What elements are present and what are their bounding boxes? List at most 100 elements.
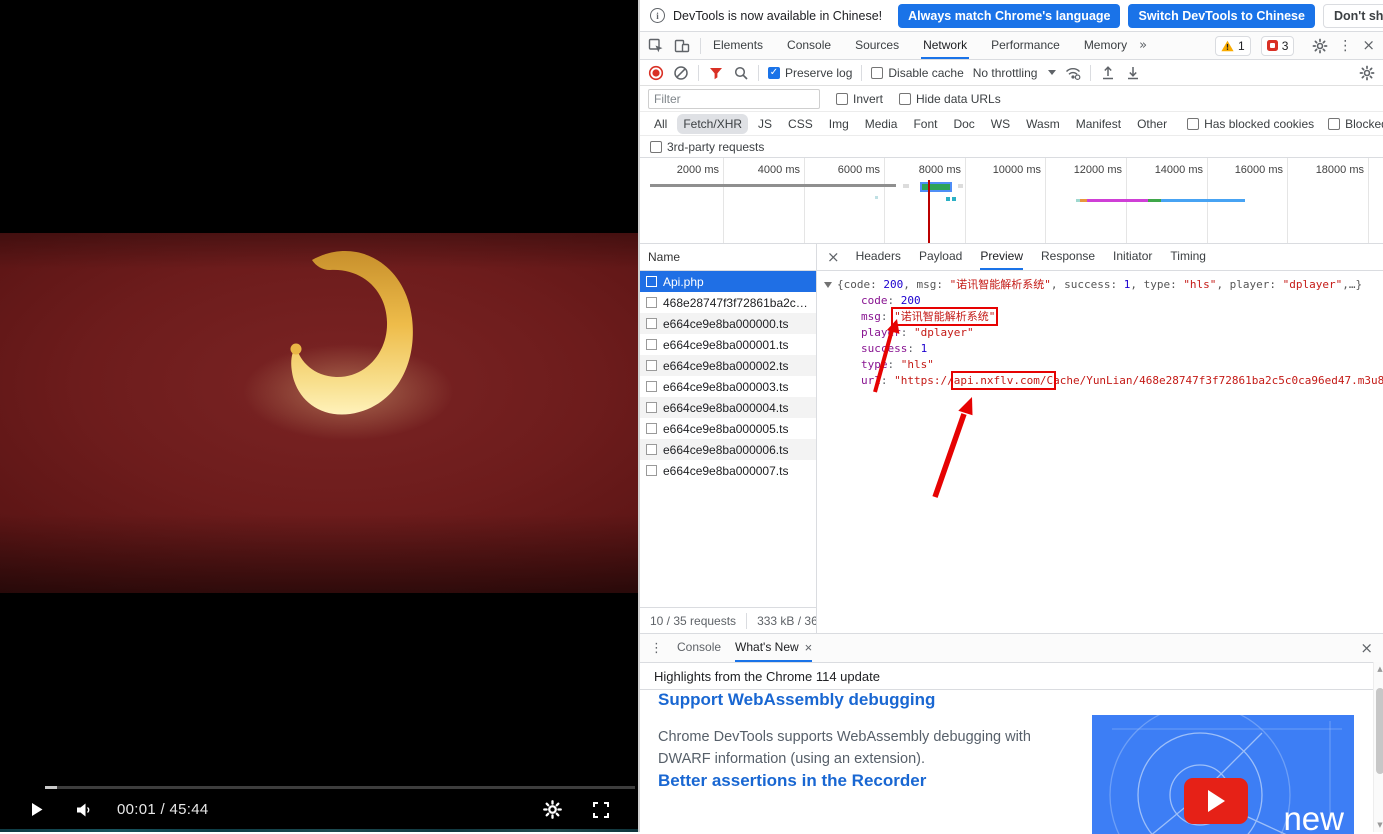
detail-tab[interactable]: Preview	[980, 245, 1023, 270]
resource-type-chip[interactable]: JS	[752, 114, 778, 134]
detail-tab[interactable]: Initiator	[1113, 245, 1152, 270]
hide-data-urls-checkbox[interactable]: Hide data URLs	[899, 92, 1001, 106]
dont-show-again-button[interactable]: Don't show again	[1323, 4, 1383, 28]
resource-type-chip[interactable]: Img	[823, 114, 855, 134]
devtools-tab[interactable]: Elements	[711, 32, 765, 59]
drawer-kebab-menu-icon[interactable]: ⋮	[650, 642, 663, 655]
network-settings-gear-icon[interactable]	[1359, 65, 1375, 81]
preserve-log-checkbox[interactable]: ✓ Preserve log	[768, 66, 852, 80]
filter-input[interactable]	[648, 89, 820, 109]
video-settings-button[interactable]	[543, 800, 562, 819]
clear-network-log-icon[interactable]	[673, 65, 689, 81]
timeline-tick: 18000 ms	[1288, 164, 1364, 176]
request-row[interactable]: e664ce9e8ba000000.ts	[640, 313, 816, 334]
request-row[interactable]: e664ce9e8ba000006.ts	[640, 439, 816, 460]
request-checkbox[interactable]	[646, 444, 657, 455]
detail-tab[interactable]: Timing	[1170, 245, 1206, 270]
resource-type-chip[interactable]: Manifest	[1070, 114, 1127, 134]
errors-badge[interactable]: 3	[1261, 36, 1295, 56]
filter-icon[interactable]	[708, 65, 724, 81]
detail-close-icon[interactable]: ×	[827, 250, 840, 265]
third-party-checkbox[interactable]: 3rd-party requests	[650, 140, 764, 154]
record-network-log-icon[interactable]	[648, 65, 664, 81]
request-checkbox[interactable]	[646, 297, 657, 308]
network-conditions-icon[interactable]	[1065, 65, 1081, 81]
resource-type-chip[interactable]: WS	[985, 114, 1016, 134]
whatsnew-scrollbar[interactable]: ▲ ▼	[1373, 662, 1383, 832]
request-row[interactable]: e664ce9e8ba000002.ts	[640, 355, 816, 376]
request-row[interactable]: e664ce9e8ba000005.ts	[640, 418, 816, 439]
switch-to-chinese-button[interactable]: Switch DevTools to Chinese	[1128, 4, 1314, 28]
whatsnew-section-title[interactable]: Support WebAssembly debugging	[658, 690, 1383, 710]
request-checkbox[interactable]	[646, 276, 657, 287]
network-overview-timeline[interactable]: 2000 ms4000 ms6000 ms8000 ms10000 ms1200…	[640, 158, 1383, 244]
request-checkbox[interactable]	[646, 402, 657, 413]
request-row[interactable]: 468e28747f3f72861ba2c5…	[640, 292, 816, 313]
request-checkbox[interactable]	[646, 381, 657, 392]
blocked-requests-checkbox[interactable]: Blocked Requests	[1328, 117, 1383, 131]
resource-type-chip[interactable]: Fetch/XHR	[677, 114, 748, 134]
warnings-badge[interactable]: 1	[1215, 36, 1251, 56]
resource-type-chip[interactable]: CSS	[782, 114, 819, 134]
drawer-close-icon[interactable]: ×	[1360, 641, 1373, 656]
export-har-icon[interactable]	[1125, 65, 1141, 81]
request-row[interactable]: e664ce9e8ba000004.ts	[640, 397, 816, 418]
devtools-close-icon[interactable]: ×	[1362, 38, 1375, 53]
devtools-tab[interactable]: Network	[921, 32, 969, 59]
devtools-tab[interactable]: Memory	[1082, 32, 1129, 59]
inspect-element-icon[interactable]	[648, 38, 664, 54]
invert-checkbox[interactable]: Invert	[836, 92, 883, 106]
request-checkbox[interactable]	[646, 423, 657, 434]
request-row[interactable]: e664ce9e8ba000003.ts	[640, 376, 816, 397]
request-checkbox[interactable]	[646, 318, 657, 329]
has-blocked-cookies-checkbox[interactable]: Has blocked cookies	[1187, 117, 1314, 131]
request-row[interactable]: Api.php	[640, 271, 816, 292]
device-toolbar-icon[interactable]	[674, 38, 690, 54]
request-checkbox[interactable]	[646, 339, 657, 350]
throttling-select[interactable]: No throttling	[973, 66, 1057, 80]
detail-tab[interactable]: Response	[1041, 245, 1095, 270]
scrollbar-thumb[interactable]	[1376, 688, 1383, 774]
devtools-tab[interactable]: Sources	[853, 32, 901, 59]
kebab-menu-icon[interactable]: ⋮	[1338, 39, 1352, 53]
import-har-icon[interactable]	[1100, 65, 1116, 81]
resource-type-chip[interactable]: All	[648, 114, 673, 134]
disable-cache-checkbox[interactable]: Disable cache	[871, 66, 963, 80]
devtools-tab[interactable]: Console	[785, 32, 833, 59]
request-row[interactable]: e664ce9e8ba000001.ts	[640, 334, 816, 355]
video-player[interactable]: 00:01 / 45:44	[0, 0, 638, 832]
speaker-icon	[75, 802, 93, 818]
banner-text: DevTools is now available in Chinese!	[673, 9, 882, 23]
detail-tab[interactable]: Payload	[919, 245, 962, 270]
scroll-down-icon[interactable]: ▼	[1374, 821, 1383, 829]
resource-type-chip[interactable]: Wasm	[1020, 114, 1066, 134]
request-row[interactable]: e664ce9e8ba000007.ts	[640, 460, 816, 481]
json-key: success	[861, 342, 921, 355]
whatsnew-video-thumbnail[interactable]: new	[1092, 715, 1354, 834]
request-checkbox[interactable]	[646, 360, 657, 371]
disclosure-triangle-icon[interactable]	[824, 282, 832, 288]
request-checkbox[interactable]	[646, 465, 657, 476]
panel-divider[interactable]	[638, 0, 640, 832]
json-summary-row[interactable]: {code: 200, msg: "诺讯智能解析系统", success: 1,…	[823, 277, 1383, 293]
search-icon[interactable]	[733, 65, 749, 81]
youtube-play-button[interactable]	[1184, 778, 1248, 824]
resource-type-chip[interactable]: Doc	[947, 114, 980, 134]
more-tabs-icon[interactable]: »	[1139, 39, 1147, 52]
volume-button[interactable]	[75, 802, 93, 818]
drawer-tab[interactable]: Console ×	[677, 634, 721, 662]
name-column-header[interactable]: Name	[640, 244, 816, 271]
drawer-tab[interactable]: What's New ×	[735, 634, 812, 662]
scroll-up-icon[interactable]: ▲	[1374, 665, 1383, 673]
play-button[interactable]	[28, 801, 45, 818]
resource-type-chip[interactable]: Other	[1131, 114, 1173, 134]
resource-type-chip[interactable]: Font	[907, 114, 943, 134]
devtools-tab[interactable]: Performance	[989, 32, 1062, 59]
video-progress-bar[interactable]	[45, 786, 635, 789]
fullscreen-button[interactable]	[592, 801, 610, 819]
match-language-button[interactable]: Always match Chrome's language	[898, 4, 1120, 28]
tab-close-icon[interactable]: ×	[805, 640, 813, 655]
resource-type-chip[interactable]: Media	[859, 114, 904, 134]
settings-gear-icon[interactable]	[1312, 38, 1328, 54]
detail-tab[interactable]: Headers	[856, 245, 901, 270]
